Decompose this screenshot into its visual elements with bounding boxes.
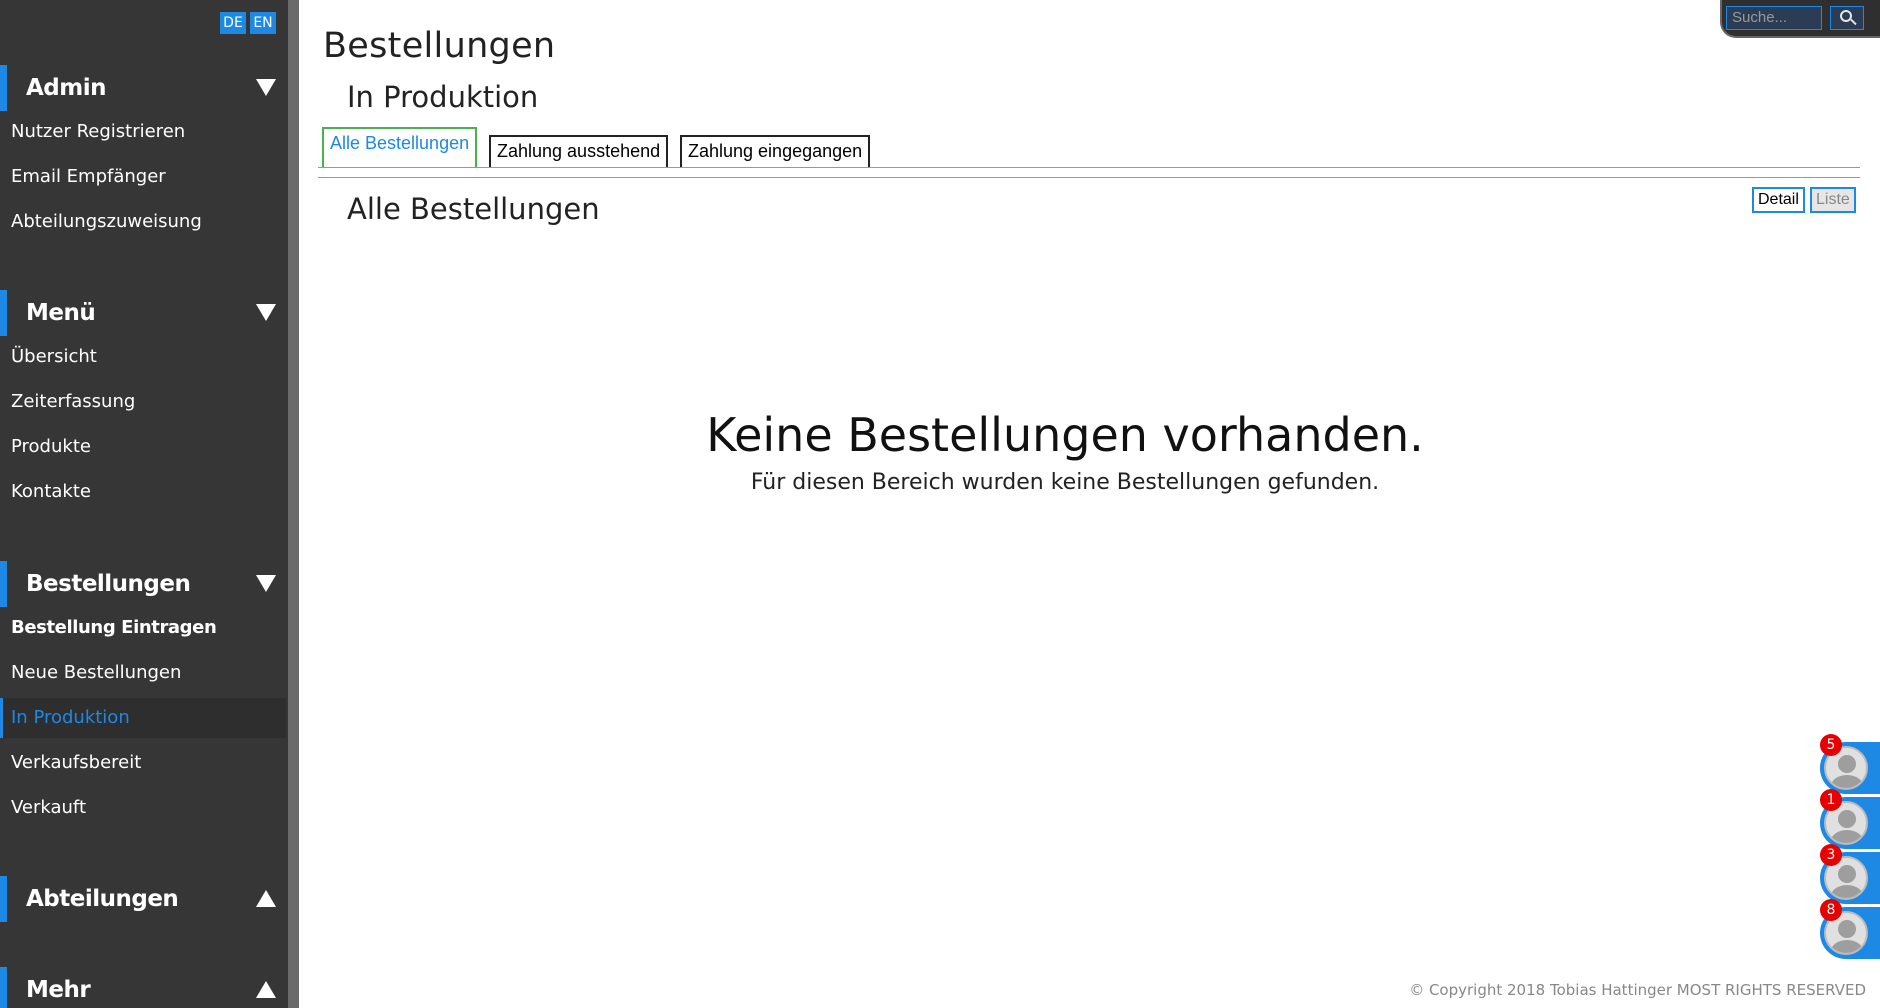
tab-zahlung-eingegangen[interactable]: Zahlung eingegangen: [680, 135, 871, 167]
section-title: Alle Bestellungen: [347, 192, 600, 226]
tab-alle-bestellungen[interactable]: Alle Bestellungen: [322, 127, 478, 167]
chevron-down-icon[interactable]: [256, 304, 276, 321]
section-label: Mehr: [26, 977, 91, 1003]
sidebar-item-email-empfaenger[interactable]: Email Empfänger: [0, 157, 286, 197]
sidebar-item-verkauft[interactable]: Verkauft: [0, 788, 286, 828]
unread-badge: 8: [1820, 899, 1842, 921]
empty-state-title: Keine Bestellungen vorhanden.: [706, 408, 1424, 462]
section-accent-bar: [0, 65, 7, 111]
tabs-divider: [318, 167, 1860, 168]
search-input[interactable]: Suche...: [1726, 6, 1822, 30]
sidebar-section-abteilungen[interactable]: Abteilungen: [0, 876, 288, 922]
tab-zahlung-ausstehend[interactable]: Zahlung ausstehend: [489, 135, 669, 167]
sidebar-section-mehr[interactable]: Mehr: [0, 967, 288, 1008]
sidebar-item-in-produktion[interactable]: In Produktion: [0, 698, 286, 738]
section-accent-bar: [0, 967, 7, 1008]
language-en-button[interactable]: EN: [250, 12, 276, 34]
sidebar-scrollbar[interactable]: [288, 0, 299, 1008]
search-icon-handle: [1850, 18, 1857, 26]
section-label: Abteilungen: [26, 886, 179, 912]
section-label: Admin: [26, 75, 107, 101]
section-accent-bar: [0, 561, 7, 607]
sidebar-item-abteilungszuweisung[interactable]: Abteilungszuweisung: [0, 202, 286, 242]
chat-contact-3[interactable]: 3: [1820, 844, 1880, 904]
section-accent-bar: [0, 290, 7, 336]
page-title: Bestellungen: [323, 26, 556, 66]
sidebar-section-bestellungen[interactable]: Bestellungen: [0, 561, 288, 607]
content-divider: [318, 177, 1860, 178]
page-subtitle: In Produktion: [347, 80, 539, 114]
empty-state-subtitle: Für diesen Bereich wurden keine Bestellu…: [750, 470, 1380, 495]
chevron-down-icon[interactable]: [256, 575, 276, 592]
chat-contact-2[interactable]: 1: [1820, 789, 1880, 849]
chevron-down-icon[interactable]: [256, 79, 276, 96]
sidebar-item-neue-bestellungen[interactable]: Neue Bestellungen: [0, 653, 286, 693]
sidebar-item-verkaufsbereit[interactable]: Verkaufsbereit: [0, 743, 286, 783]
section-accent-bar: [0, 876, 7, 922]
sidebar-item-nutzer-registrieren[interactable]: Nutzer Registrieren: [0, 112, 286, 152]
section-label: Bestellungen: [26, 571, 191, 597]
section-label: Menü: [26, 300, 96, 326]
language-de-button[interactable]: DE: [220, 12, 246, 34]
unread-badge: 1: [1820, 789, 1842, 811]
unread-badge: 5: [1820, 734, 1842, 756]
search-button[interactable]: [1830, 6, 1864, 30]
chevron-up-icon[interactable]: [256, 981, 276, 998]
sidebar-section-menu[interactable]: Menü: [0, 290, 288, 336]
unread-badge: 3: [1820, 844, 1842, 866]
sidebar-section-admin[interactable]: Admin: [0, 65, 288, 111]
sidebar: DE EN Admin Nutzer Registrieren Email Em…: [0, 0, 299, 1008]
chat-contact-1[interactable]: 5: [1820, 734, 1880, 794]
footer-copyright: © Copyright 2018 Tobias Hattinger MOST R…: [1409, 981, 1866, 999]
chat-contact-4[interactable]: 8: [1820, 899, 1880, 959]
view-list-button[interactable]: Liste: [1810, 187, 1856, 213]
view-detail-button[interactable]: Detail: [1752, 187, 1805, 213]
chevron-up-icon[interactable]: [256, 890, 276, 907]
sidebar-item-uebersicht[interactable]: Übersicht: [0, 337, 286, 377]
sidebar-item-bestellung-eintragen[interactable]: Bestellung Eintragen: [0, 608, 286, 648]
scrollbar-thumb[interactable]: [288, 0, 299, 1008]
